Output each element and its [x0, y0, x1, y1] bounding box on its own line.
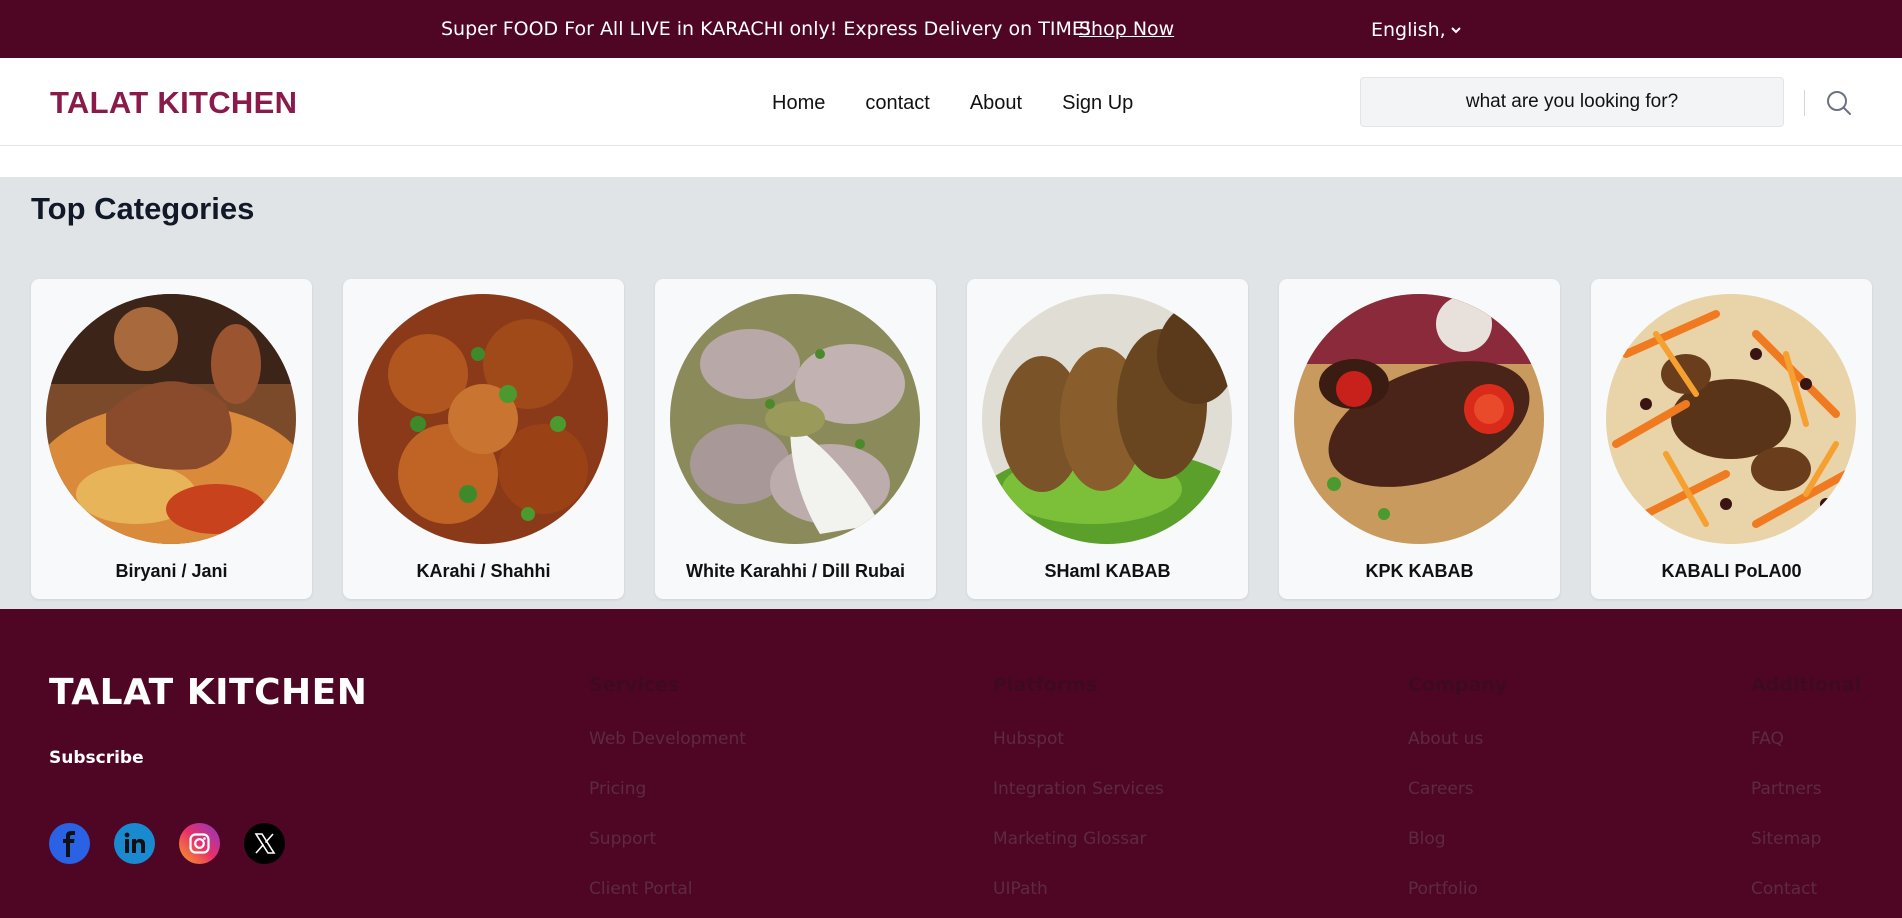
footer-link[interactable]: Portfolio — [1408, 878, 1507, 918]
linkedin-icon[interactable] — [114, 823, 155, 864]
footer-link[interactable]: Blog — [1408, 828, 1507, 878]
footer-column-platforms: Platforms Hubspot Integration Services M… — [993, 674, 1164, 918]
footer-heading: Services — [589, 674, 680, 696]
top-categories-section: Top Categories Biryani / Jani KArahi / S… — [0, 177, 1902, 609]
kpk-kabab-image — [1294, 294, 1544, 544]
footer-heading: Company — [1408, 674, 1508, 696]
facebook-icon[interactable] — [49, 823, 90, 864]
footer-link[interactable]: Marketing Glossar — [993, 828, 1164, 878]
category-card-biryani[interactable]: Biryani / Jani — [31, 279, 312, 599]
site-header: TALAT KITCHEN Home contact About Sign Up — [0, 58, 1902, 146]
footer-link[interactable]: Careers — [1408, 778, 1507, 828]
site-footer: TALAT KITCHEN Subscribe Services Web Dev… — [0, 609, 1902, 918]
category-card-kabuli-pulao[interactable]: KABALI PoLA00 — [1591, 279, 1872, 599]
shami-kabab-image — [982, 294, 1232, 544]
language-label: English, — [1371, 19, 1446, 41]
category-name: White Karahhi / Dill Rubai — [685, 561, 905, 581]
footer-link[interactable]: About us — [1408, 728, 1507, 778]
footer-heading: Additional — [1751, 674, 1861, 696]
footer-column-additional: Additional FAQ Partners Sitemap Contact — [1751, 674, 1861, 918]
announcement-text: Super FOOD For All LIVE in KARACHI only!… — [441, 18, 1092, 40]
biryani-image — [46, 294, 296, 544]
section-title: Top Categories — [31, 191, 255, 226]
instagram-icon[interactable] — [179, 823, 220, 864]
footer-link[interactable]: Integration Services — [993, 778, 1164, 828]
footer-link[interactable]: UIPath — [993, 878, 1164, 918]
chevron-down-icon — [1450, 27, 1461, 34]
category-name: Biryani / Jani — [115, 561, 228, 581]
nav-contact[interactable]: contact — [865, 92, 929, 115]
search-input[interactable] — [1360, 77, 1784, 127]
category-card-karahi[interactable]: KArahi / Shahhi — [343, 279, 624, 599]
footer-heading: Platforms — [993, 674, 1098, 696]
category-name: SHaml KABAB — [1044, 561, 1171, 581]
site-logo[interactable]: TALAT KITCHEN — [50, 85, 297, 121]
subscribe-link[interactable]: Subscribe — [49, 748, 144, 768]
announcement-bar: Super FOOD For All LIVE in KARACHI only!… — [0, 0, 1902, 58]
shop-now-link[interactable]: Shop Now — [1079, 18, 1174, 40]
footer-link[interactable]: Partners — [1751, 778, 1861, 828]
nav-sign-up[interactable]: Sign Up — [1062, 92, 1133, 115]
nav-about[interactable]: About — [970, 92, 1022, 115]
category-name: KPK KABAB — [1365, 561, 1474, 581]
category-name: KArahi / Shahhi — [416, 561, 551, 581]
x-icon[interactable] — [244, 823, 285, 864]
search-icon[interactable] — [1826, 90, 1852, 116]
footer-link[interactable]: Client Portal — [589, 878, 746, 918]
white-karahi-image — [670, 294, 920, 544]
footer-link[interactable]: Hubspot — [993, 728, 1164, 778]
search-divider — [1804, 90, 1805, 116]
footer-column-company: Company About us Careers Blog Portfolio — [1408, 674, 1507, 918]
category-name: KABALI PoLA00 — [1661, 561, 1802, 581]
category-card-kpk-kabab[interactable]: KPK KABAB — [1279, 279, 1560, 599]
footer-link[interactable]: Contact — [1751, 878, 1861, 918]
footer-link[interactable]: Sitemap — [1751, 828, 1861, 878]
footer-column-services: Services Web Development Pricing Support… — [589, 674, 746, 918]
category-card-white-karahi[interactable]: White Karahhi / Dill Rubai — [655, 279, 936, 599]
footer-link[interactable]: Web Development — [589, 728, 746, 778]
footer-link[interactable]: Support — [589, 828, 746, 878]
footer-logo: TALAT KITCHEN — [49, 672, 368, 713]
category-card-shami-kabab[interactable]: SHaml KABAB — [967, 279, 1248, 599]
footer-link[interactable]: FAQ — [1751, 728, 1861, 778]
footer-link[interactable]: Pricing — [589, 778, 746, 828]
nav-home[interactable]: Home — [772, 92, 825, 115]
kabuli-pulao-image — [1606, 294, 1856, 544]
language-selector[interactable]: English, — [1371, 19, 1462, 41]
karahi-image — [358, 294, 608, 544]
main-nav: Home contact About Sign Up — [772, 92, 1133, 115]
